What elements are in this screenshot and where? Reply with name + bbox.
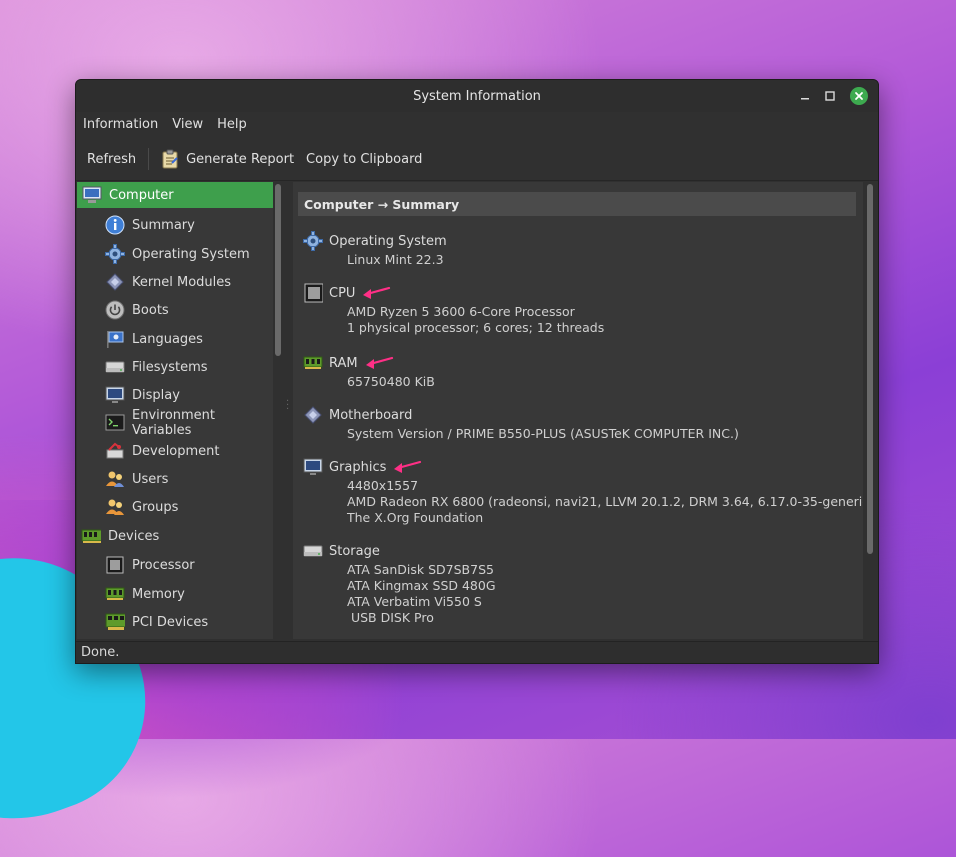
group-value: 65750480 KiB: [347, 374, 435, 389]
sidebar-item-processor[interactable]: Processor: [105, 552, 195, 578]
report-clipboard-icon: [162, 149, 178, 169]
summary-group-storage: Storage ATA SanDisk SD7SB7S5 ATA Kingmax…: [303, 540, 496, 626]
copy-to-clipboard-button[interactable]: Copy to Clipboard: [300, 144, 428, 174]
sidebar-item-boots[interactable]: Boots: [105, 297, 169, 323]
toolbar: Refresh Generate Report Copy to Clipboar…: [76, 138, 878, 181]
sidebar-item-display[interactable]: Display: [105, 382, 180, 408]
sidebar-item-filesystems[interactable]: Filesystems: [105, 354, 208, 380]
refresh-button[interactable]: Refresh: [81, 144, 142, 174]
power-icon: [105, 300, 125, 320]
computer-icon: [82, 185, 102, 205]
group-title: RAM: [329, 355, 358, 371]
summary-group-cpu: CPU AMD Ryzen 5 3600 6-Core Processor 1 …: [303, 282, 604, 336]
memory-icon: [105, 584, 125, 604]
monitor-icon: [105, 385, 125, 405]
sidebar-item-pci-devices[interactable]: PCI Devices: [105, 609, 208, 635]
sidebar-item-computer[interactable]: Computer: [77, 182, 273, 208]
close-icon: [855, 92, 863, 100]
content-scrollbar[interactable]: [867, 184, 873, 554]
menu-information[interactable]: Information: [76, 117, 165, 132]
summary-group-ram: RAM 65750480 KiB: [303, 352, 435, 390]
menu-view[interactable]: View: [165, 117, 210, 132]
group-value: 1 physical processor; 6 cores; 12 thread…: [347, 320, 605, 335]
status-bar: Done.: [76, 641, 878, 663]
sidebar-scrollbar[interactable]: [275, 184, 281, 356]
pane-divider-handle[interactable]: · · ·: [286, 397, 289, 415]
development-icon: [105, 441, 125, 461]
sidebar-item-operating-system[interactable]: Operating System: [105, 241, 250, 267]
generate-report-button[interactable]: Generate Report: [155, 144, 300, 174]
summary-group-motherboard: Motherboard System Version / PRIME B550-…: [303, 404, 739, 442]
info-icon: [105, 215, 125, 235]
sidebar-item-summary[interactable]: Summary: [105, 212, 195, 238]
memory-chip-icon: [81, 526, 101, 546]
group-value: ATA Kingmax SSD 480G: [347, 578, 496, 593]
annotation-arrow: [394, 460, 422, 473]
summary-content-pane: Computer → Summary Operating System Linu…: [293, 182, 863, 639]
minimize-icon: [801, 98, 809, 100]
module-icon: [105, 272, 125, 292]
group-value: USB DISK Pro: [347, 610, 434, 625]
gear-icon: [105, 244, 125, 264]
menu-bar: Information View Help: [76, 112, 878, 136]
group-value: ATA Verbatim Vi550 S: [347, 594, 482, 609]
summary-group-operating-system: Operating System Linux Mint 22.3: [303, 230, 447, 268]
processor-icon: [303, 283, 323, 303]
close-button[interactable]: [850, 87, 868, 105]
processor-icon: [105, 555, 125, 575]
section-header: Computer → Summary: [298, 192, 856, 216]
group-value: System Version / PRIME B550-PLUS (ASUSTe…: [347, 426, 739, 441]
pci-card-icon: [105, 612, 125, 632]
window-title: System Information: [413, 88, 541, 104]
title-bar[interactable]: System Information: [76, 80, 878, 112]
group-title: CPU: [329, 285, 356, 301]
group-value: AMD Radeon RX 6800 (radeonsi, navi21, LL…: [347, 494, 863, 509]
refresh-label: Refresh: [87, 151, 137, 167]
drive-icon: [105, 357, 125, 377]
maximize-icon: [825, 91, 835, 101]
sidebar-item-environment-variables[interactable]: Environment Variables: [105, 408, 273, 438]
sidebar-item-memory[interactable]: Memory: [105, 581, 185, 607]
group-value: The X.Org Foundation: [347, 510, 484, 525]
copy-to-clipboard-label: Copy to Clipboard: [306, 151, 423, 167]
group-value: ATA SanDisk SD7SB7S5: [347, 562, 494, 577]
group-title: Storage: [329, 543, 380, 559]
sidebar-item-users[interactable]: Users: [105, 466, 168, 492]
sidebar-item-devices[interactable]: Devices: [81, 523, 159, 549]
menu-help[interactable]: Help: [210, 117, 254, 132]
monitor-icon: [303, 457, 323, 477]
terminal-icon: [105, 413, 125, 433]
users-icon: [105, 469, 125, 489]
group-title: Motherboard: [329, 407, 413, 423]
sidebar-item-groups[interactable]: Groups: [105, 494, 178, 520]
sidebar-item-development[interactable]: Development: [105, 438, 220, 464]
group-value: AMD Ryzen 5 3600 6-Core Processor: [347, 304, 575, 319]
annotation-arrow: [363, 286, 391, 299]
maximize-button[interactable]: [822, 88, 838, 104]
sidebar-item-languages[interactable]: Languages: [105, 326, 203, 352]
group-value: 4480x1557: [347, 478, 419, 493]
drive-icon: [303, 541, 323, 561]
module-icon: [303, 405, 323, 425]
sidebar-item-kernel-modules[interactable]: Kernel Modules: [105, 269, 231, 295]
sidebar-tree[interactable]: Computer Summary Operating System Kernel…: [77, 182, 273, 639]
language-flag-icon: [105, 329, 125, 349]
group-title: Graphics: [329, 459, 387, 475]
system-information-window: System Information Information View Help…: [75, 79, 879, 664]
groups-icon: [105, 497, 125, 517]
group-title: Operating System: [329, 233, 447, 249]
generate-report-label: Generate Report: [186, 151, 295, 167]
status-text: Done.: [81, 645, 120, 660]
toolbar-separator: [148, 148, 150, 170]
summary-group-graphics: Graphics 4480x1557 AMD Radeon RX 6800 (r…: [303, 456, 863, 526]
minimize-button[interactable]: [797, 88, 813, 104]
group-value: Linux Mint 22.3: [347, 252, 444, 267]
gear-icon: [303, 231, 323, 251]
annotation-arrow: [365, 356, 393, 369]
memory-icon: [303, 353, 323, 373]
